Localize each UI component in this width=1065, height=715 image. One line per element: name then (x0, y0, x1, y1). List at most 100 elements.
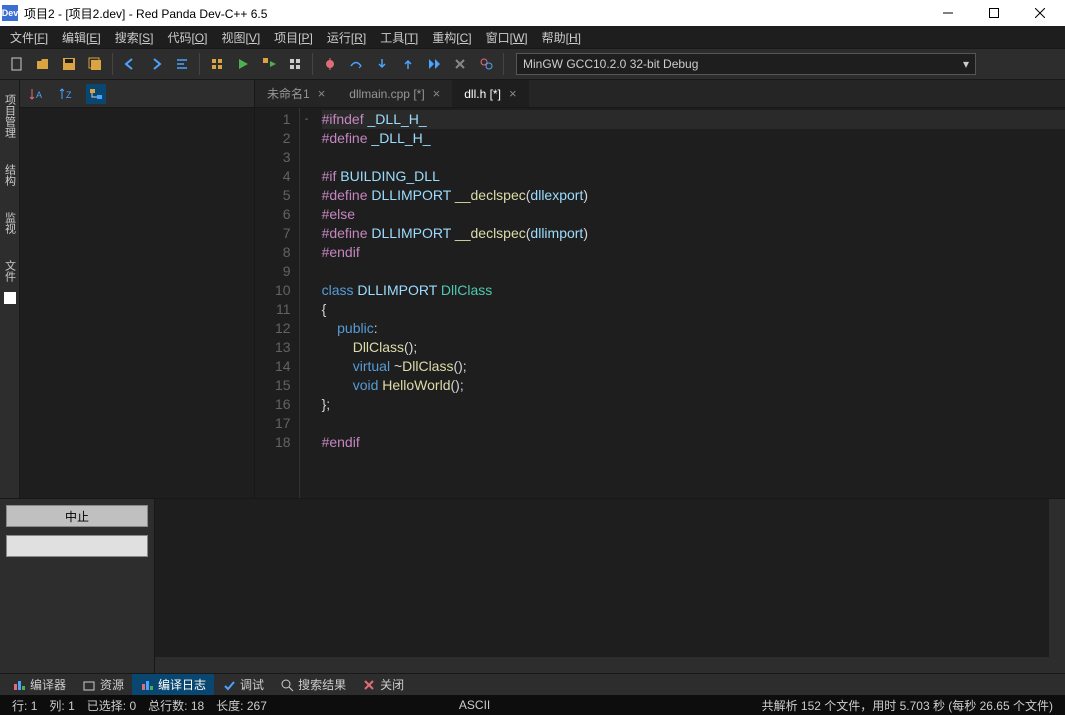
left-tab-2[interactable]: 监视 (0, 208, 20, 238)
editor-tab-0[interactable]: 未命名1× (255, 80, 337, 107)
forward-button[interactable] (143, 51, 169, 77)
close-button[interactable] (1017, 0, 1063, 26)
menu-h[interactable]: 帮助[H] (536, 27, 587, 48)
stop-compile-button[interactable]: 中止 (6, 505, 148, 527)
code-line[interactable]: }; (322, 395, 1065, 414)
status-row: 行: 1 (6, 697, 43, 714)
status-sel: 已选择: 0 (81, 697, 142, 714)
code-line[interactable]: { (322, 300, 1065, 319)
rebuild-button[interactable] (282, 51, 308, 77)
code-line[interactable]: DllClass(); (322, 338, 1065, 357)
side-panel: A Z (20, 80, 255, 498)
tab-label: 编译器 (30, 676, 66, 693)
bottom-tab-0[interactable]: 编译器 (4, 674, 74, 695)
status-len: 长度: 267 (210, 697, 273, 714)
watch-checkbox[interactable] (4, 292, 16, 304)
editor-tab-2[interactable]: dll.h [*]× (452, 80, 528, 107)
menu-w[interactable]: 窗口[W] (480, 27, 534, 48)
close-icon[interactable]: × (509, 86, 517, 101)
code-area[interactable]: #ifndef _DLL_H_#define _DLL_H_ #if BUILD… (314, 108, 1065, 498)
code-line[interactable]: #ifndef _DLL_H_ (322, 110, 1065, 129)
toolbar: MinGW GCC10.2.0 32-bit Debug ▾ (0, 48, 1065, 80)
editor-tab-1[interactable]: dllmain.cpp [*]× (337, 80, 452, 107)
reformat-button[interactable] (169, 51, 195, 77)
code-line[interactable]: #define DLLIMPORT __declspec(dllexport) (322, 186, 1065, 205)
continue-button[interactable] (421, 51, 447, 77)
tab-icon (12, 678, 26, 692)
run-button[interactable] (230, 51, 256, 77)
menu-t[interactable]: 工具[T] (374, 27, 424, 48)
minimize-button[interactable] (925, 0, 971, 26)
code-line[interactable]: #endif (322, 433, 1065, 452)
compile-button[interactable] (204, 51, 230, 77)
menu-p[interactable]: 项目[P] (268, 27, 319, 48)
code-line[interactable]: #define _DLL_H_ (322, 129, 1065, 148)
bottom-tab-2[interactable]: 编译日志 (132, 674, 214, 695)
editor-panel: 未命名1×dllmain.cpp [*]×dll.h [*]× 12345678… (255, 80, 1065, 498)
menu-e[interactable]: 编辑[E] (56, 27, 107, 48)
menu-bar: 文件[F]编辑[E]搜索[S]代码[O]视图[V]项目[P]运行[R]工具[T]… (0, 26, 1065, 48)
menu-c[interactable]: 重构[C] (426, 27, 477, 48)
sort-az-icon[interactable]: A (26, 84, 46, 104)
svg-text:A: A (36, 90, 42, 100)
menu-s[interactable]: 搜索[S] (109, 27, 160, 48)
left-tab-0[interactable]: 项目管理 (0, 90, 20, 142)
tree-view-icon[interactable] (86, 84, 106, 104)
left-tab-3[interactable]: 文件 (0, 256, 20, 286)
status-parse-msg: 共解析 152 个文件，用时 5.703 秒 (每秒 26.65 个文件) (756, 697, 1059, 714)
editor[interactable]: 123456789101112131415161718 - #ifndef _D… (255, 108, 1065, 498)
step-out-button[interactable] (395, 51, 421, 77)
tab-label: 编译日志 (158, 676, 206, 693)
step-over-button[interactable] (343, 51, 369, 77)
code-line[interactable] (322, 414, 1065, 433)
tab-label: 关闭 (380, 676, 404, 693)
bottom-tab-5[interactable]: 关闭 (354, 674, 412, 695)
menu-r[interactable]: 运行[R] (321, 27, 372, 48)
code-line[interactable]: #if BUILDING_DLL (322, 167, 1065, 186)
fold-column[interactable]: - (300, 108, 314, 498)
watch-button[interactable] (473, 51, 499, 77)
status-col: 列: 1 (43, 697, 80, 714)
tab-icon (140, 678, 154, 692)
code-line[interactable]: class DLLIMPORT DllClass (322, 281, 1065, 300)
horizontal-scrollbar[interactable] (155, 657, 1049, 673)
save-button[interactable] (56, 51, 82, 77)
code-line[interactable]: #define DLLIMPORT __declspec(dllimport) (322, 224, 1065, 243)
menu-v[interactable]: 视图[V] (215, 27, 266, 48)
status-bar: 行: 1 列: 1 已选择: 0 总行数: 18 长度: 267 ASCII 共… (0, 695, 1065, 715)
menu-f[interactable]: 文件[F] (4, 27, 54, 48)
code-line[interactable]: public: (322, 319, 1065, 338)
close-icon[interactable]: × (318, 86, 326, 101)
bottom-tab-3[interactable]: 调试 (214, 674, 272, 695)
code-line[interactable] (322, 148, 1065, 167)
open-button[interactable] (30, 51, 56, 77)
new-file-button[interactable] (4, 51, 30, 77)
compile-log-area[interactable] (155, 499, 1065, 673)
back-button[interactable] (117, 51, 143, 77)
menu-o[interactable]: 代码[O] (161, 27, 213, 48)
maximize-button[interactable] (971, 0, 1017, 26)
bottom-tab-1[interactable]: 资源 (74, 674, 132, 695)
left-tab-1[interactable]: 结构 (0, 160, 20, 190)
status-total: 总行数: 18 (142, 697, 210, 714)
vertical-scrollbar[interactable] (1049, 499, 1065, 673)
step-into-button[interactable] (369, 51, 395, 77)
compiler-combo[interactable]: MinGW GCC10.2.0 32-bit Debug ▾ (516, 53, 976, 75)
debug-button[interactable] (317, 51, 343, 77)
code-line[interactable]: virtual ~DllClass(); (322, 357, 1065, 376)
save-all-button[interactable] (82, 51, 108, 77)
bottom-tab-4[interactable]: 搜索结果 (272, 674, 354, 695)
tab-icon (82, 678, 96, 692)
editor-tabs: 未命名1×dllmain.cpp [*]×dll.h [*]× (255, 80, 1065, 108)
stop-button[interactable] (447, 51, 473, 77)
code-line[interactable]: void HelloWorld(); (322, 376, 1065, 395)
code-line[interactable]: #else (322, 205, 1065, 224)
compile-run-button[interactable] (256, 51, 282, 77)
title-bar: Dev 项目2 - [项目2.dev] - Red Panda Dev-C++ … (0, 0, 1065, 26)
lower-empty-button[interactable] (6, 535, 148, 557)
code-line[interactable] (322, 262, 1065, 281)
left-panel: 项目管理结构监视文件 (0, 80, 20, 498)
close-icon[interactable]: × (433, 86, 441, 101)
sort-za-icon[interactable]: Z (56, 84, 76, 104)
code-line[interactable]: #endif (322, 243, 1065, 262)
